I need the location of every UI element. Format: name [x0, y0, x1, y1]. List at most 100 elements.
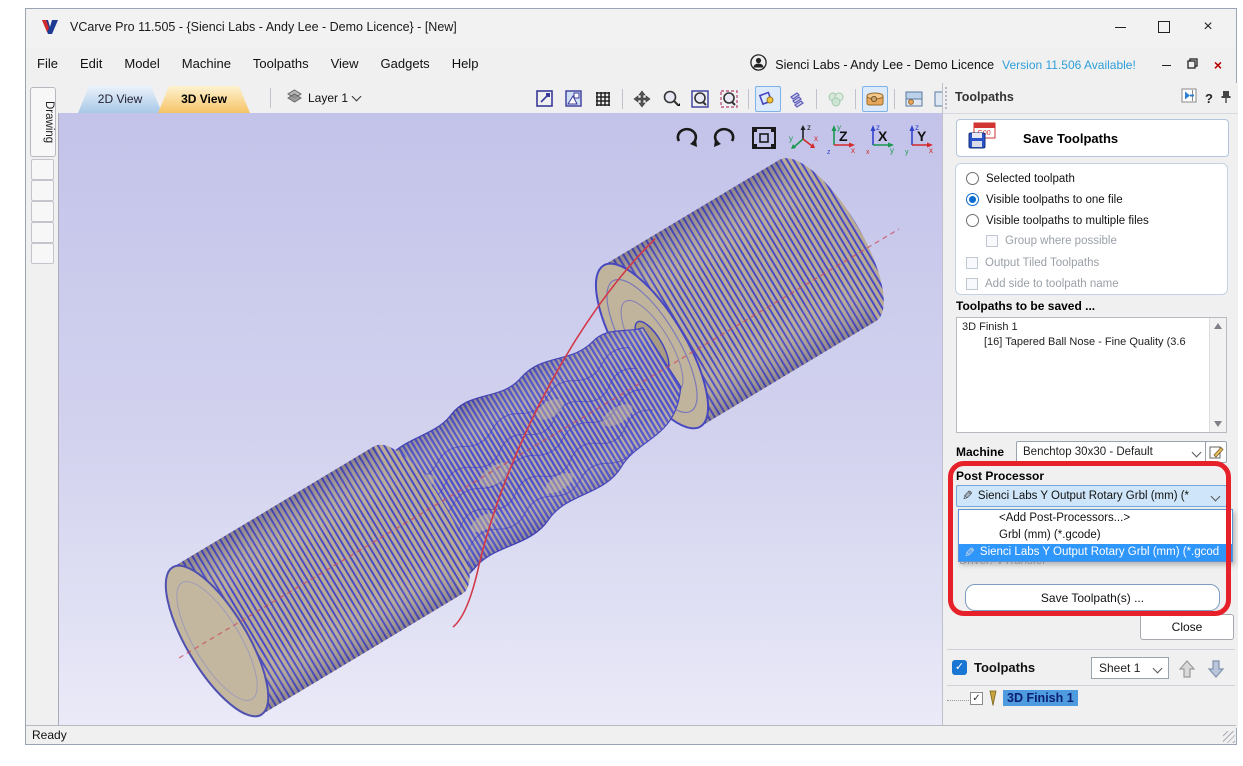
zoom-tool-icon[interactable]	[658, 86, 684, 112]
saved-toolpath-detail: [16] Tapered Ball Nose - Fine Quality (3…	[957, 336, 1226, 348]
pp-option-add[interactable]: <Add Post-Processors...>	[959, 510, 1232, 527]
collapsed-tab[interactable]	[31, 243, 54, 264]
pan-view-icon[interactable]	[629, 86, 655, 112]
option-visible-multiple-files[interactable]: Visible toolpaths to multiple files	[966, 214, 1149, 227]
collapsed-tab[interactable]	[31, 222, 54, 243]
material-block-icon[interactable]	[862, 86, 888, 112]
menu-gadgets[interactable]: Gadgets	[370, 47, 441, 80]
pin-icon[interactable]	[1220, 89, 1232, 109]
collapsed-tab[interactable]	[31, 159, 54, 180]
object-snap-icon[interactable]	[561, 86, 587, 112]
multi-sided-view-icon[interactable]	[901, 86, 927, 112]
menu-edit[interactable]: Edit	[69, 47, 113, 80]
save-toolpath-files-button[interactable]: Save Toolpath(s) ...	[965, 584, 1220, 611]
toolpath-solid-view-icon[interactable]	[784, 86, 810, 112]
tool-bit-icon	[988, 690, 998, 712]
radio-unselected[interactable]	[966, 172, 979, 185]
toolpaths-to-be-saved-list[interactable]: 3D Finish 1 [16] Tapered Ball Nose - Fin…	[956, 317, 1227, 433]
menu-file[interactable]: File	[26, 47, 69, 80]
toolpath-item-label[interactable]: 3D Finish 1	[1003, 690, 1078, 706]
status-text: Ready	[32, 728, 67, 742]
toolpaths-panel-header: Toolpaths ?	[943, 83, 1238, 114]
machine-select[interactable]: Benchtop 30x30 - Default	[1016, 441, 1208, 463]
option-visible-one-file[interactable]: Visible toolpaths to one file	[966, 193, 1123, 206]
rotate-ccw-icon[interactable]	[709, 121, 741, 155]
tree-connector	[947, 700, 969, 701]
mdi-close-button[interactable]: ×	[1210, 57, 1226, 73]
left-tab-strip: Drawing	[26, 83, 58, 728]
toolpaths-to-be-saved-label: Toolpaths to be saved ...	[956, 299, 1095, 313]
3d-view-canvas[interactable]: z y x y x z Z z	[58, 113, 942, 728]
view-toolbar: 2D View 3D View Layer 1	[58, 83, 942, 114]
tab-2d-view[interactable]: 2D View	[78, 86, 162, 113]
menu-bar: File Edit Model Machine Toolpaths View G…	[26, 47, 1236, 83]
update-link[interactable]: Version 11.506 Available!	[1002, 58, 1136, 72]
toggle-toolpath-drawing-icon[interactable]	[755, 86, 781, 112]
iso-view-icon[interactable]: z y x	[787, 121, 819, 155]
save-toolpaths-button[interactable]: G00 Save Toolpaths	[956, 119, 1229, 157]
account-icon	[750, 54, 767, 76]
menu-model[interactable]: Model	[113, 47, 170, 80]
close-button[interactable]: ×	[1188, 13, 1228, 41]
grid-toggle-icon[interactable]	[590, 86, 616, 112]
maximize-button[interactable]	[1144, 13, 1184, 41]
list-scrollbar[interactable]	[1209, 318, 1226, 432]
edit-machine-button[interactable]	[1205, 441, 1227, 463]
rotate-cw-icon[interactable]	[670, 121, 702, 155]
scroll-down-icon[interactable]	[1214, 421, 1222, 427]
radio-unselected[interactable]	[966, 214, 979, 227]
radio-selected[interactable]	[966, 193, 979, 206]
resize-grip[interactable]	[1223, 731, 1235, 743]
preview-toolpaths-icon[interactable]	[823, 86, 849, 112]
option-selected-toolpath[interactable]: Selected toolpath	[966, 172, 1075, 185]
chevron-down-icon	[1211, 491, 1221, 501]
svg-text:x: x	[866, 149, 870, 156]
menu-toolpaths[interactable]: Toolpaths	[242, 47, 320, 80]
svg-text:x: x	[929, 146, 933, 155]
front-view-icon[interactable]: z y x X	[865, 121, 897, 155]
menu-view[interactable]: View	[320, 47, 370, 80]
pp-option-grbl[interactable]: Grbl (mm) (*.gcode)	[959, 527, 1232, 544]
side-view-icon[interactable]: z x y Y	[904, 121, 936, 155]
minimize-button[interactable]	[1100, 13, 1140, 41]
toolpath-tree-row[interactable]: ✓ 3D Finish 1	[943, 689, 1238, 711]
checkbox-disabled[interactable]	[986, 235, 998, 247]
mdi-minimize-button[interactable]	[1158, 65, 1175, 66]
box-select-icon[interactable]	[532, 86, 558, 112]
drawing-tab[interactable]: Drawing	[30, 87, 56, 157]
title-bar: VCarve Pro 11.505 - {Sienci Labs - Andy …	[26, 9, 1236, 48]
sheet-select[interactable]: Sheet 1	[1091, 657, 1169, 679]
top-view-icon[interactable]: y x z Z	[826, 121, 858, 155]
move-toolpath-down-button[interactable]	[1203, 656, 1228, 681]
pp-option-sienci-rotary[interactable]: ✎ Sienci Labs Y Output Rotary Grbl (mm) …	[959, 544, 1232, 561]
scroll-up-icon[interactable]	[1214, 323, 1222, 329]
chevron-down-icon	[1192, 447, 1202, 457]
status-bar: Ready	[26, 725, 1236, 744]
menu-help[interactable]: Help	[441, 47, 490, 80]
checkbox-disabled[interactable]	[966, 257, 978, 269]
account-label: Sienci Labs - Andy Lee - Demo Licence	[775, 58, 994, 72]
move-toolpath-up-button[interactable]	[1174, 656, 1199, 681]
post-processor-select[interactable]: ✎ Sienci Labs Y Output Rotary Grbl (mm) …	[956, 485, 1227, 507]
toolpaths-visibility-checkbox[interactable]: ✓	[952, 660, 967, 675]
mdi-restore-button[interactable]	[1183, 58, 1202, 72]
zoom-fit-icon[interactable]	[748, 121, 780, 155]
zoom-window-icon[interactable]	[687, 86, 713, 112]
toolpaths-panel: Toolpaths ? G00 Save Toolpaths Selected …	[942, 83, 1238, 728]
layer-selector[interactable]: Layer 1	[286, 88, 360, 107]
collapse-panel-icon[interactable]	[1181, 88, 1198, 109]
help-icon[interactable]: ?	[1205, 91, 1213, 106]
option-group-where-possible[interactable]: Group where possible	[986, 235, 1117, 247]
toolpath-item-checkbox[interactable]: ✓	[970, 692, 983, 705]
menu-machine[interactable]: Machine	[171, 47, 242, 80]
option-output-tiled[interactable]: Output Tiled Toolpaths	[966, 257, 1099, 269]
option-add-side[interactable]: Add side to toolpath name	[966, 278, 1119, 290]
checkbox-disabled[interactable]	[966, 278, 978, 290]
rotary-model-render	[59, 113, 942, 728]
zoom-selection-icon[interactable]	[716, 86, 742, 112]
tab-3d-view[interactable]: 3D View	[158, 86, 250, 113]
collapsed-tab[interactable]	[31, 180, 54, 201]
collapsed-tab[interactable]	[31, 201, 54, 222]
panel-title: Toolpaths	[955, 90, 1014, 104]
close-panel-button[interactable]: Close	[1140, 614, 1234, 640]
